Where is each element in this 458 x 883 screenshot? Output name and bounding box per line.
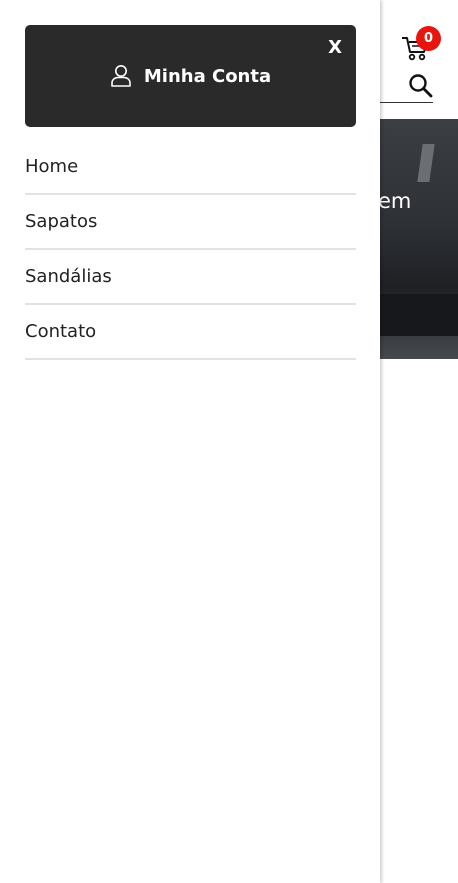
- hero-banner[interactable]: [370, 119, 458, 359]
- account-box: Minha Conta X: [25, 25, 356, 127]
- search-icon: [409, 74, 433, 98]
- user-icon: [111, 65, 131, 87]
- cart-count-badge: 0: [416, 26, 441, 51]
- banner-text: em: [378, 189, 412, 213]
- menu-item-sandalias[interactable]: Sandálias: [25, 250, 356, 305]
- banner-decoration: [370, 294, 458, 336]
- close-drawer-button[interactable]: X: [328, 37, 342, 58]
- drawer-menu: Home Sapatos Sandálias Contato: [25, 140, 356, 360]
- menu-item-home[interactable]: Home: [25, 140, 356, 195]
- side-drawer: Minha Conta X Home Sapatos Sandálias Con…: [0, 0, 380, 883]
- my-account-label: Minha Conta: [143, 65, 272, 87]
- my-account-link[interactable]: Minha Conta: [25, 25, 356, 127]
- search-underline: [378, 102, 433, 103]
- menu-item-sapatos[interactable]: Sapatos: [25, 195, 356, 250]
- banner-decoration: [417, 144, 435, 182]
- search-button[interactable]: [408, 73, 434, 99]
- page: 0 em Minha Conta X Home Sapatos Sandália…: [0, 0, 458, 883]
- menu-item-contato[interactable]: Contato: [25, 305, 356, 360]
